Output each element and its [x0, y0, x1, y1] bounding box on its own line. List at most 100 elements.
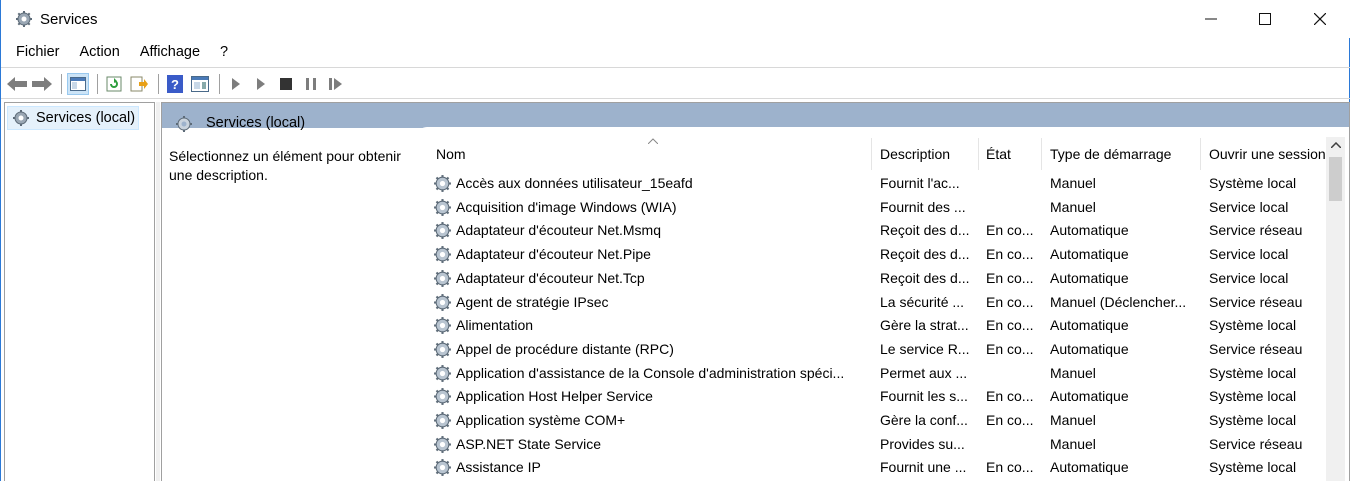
properties-icon [191, 76, 209, 92]
service-logon: Système local [1209, 459, 1297, 476]
toolbar-divider [1, 98, 1350, 99]
column-name-label: Nom [436, 146, 466, 162]
refresh-icon [106, 76, 122, 92]
refresh-button[interactable] [103, 73, 125, 95]
stop-icon [280, 78, 292, 90]
start-service-alt-button[interactable] [250, 73, 272, 95]
column-header-name[interactable]: Nom [436, 138, 866, 170]
scroll-up-button[interactable] [1326, 139, 1345, 155]
column-state-label: État [986, 146, 1011, 162]
column-divider[interactable] [1041, 138, 1042, 170]
menu-action[interactable]: Action [70, 40, 130, 66]
service-startup-type: Automatique [1050, 317, 1129, 334]
start-service-button[interactable] [225, 73, 247, 95]
export-list-button[interactable] [128, 73, 150, 95]
service-row[interactable]: Accès aux données utilisateur_15eafd Four… [422, 172, 1332, 196]
service-logon: Service réseau [1209, 435, 1303, 452]
service-name: Adaptateur d'écouteur Net.Pipe [456, 246, 651, 263]
service-gear-icon [433, 340, 452, 359]
tree-item-label: Services (local) [36, 110, 136, 126]
column-divider[interactable] [978, 138, 979, 170]
service-logon: Système local [1209, 364, 1297, 381]
service-row[interactable]: Adaptateur d'écouteur Net.Tcp Reçoit des … [422, 267, 1332, 291]
service-gear-icon [433, 411, 452, 430]
service-name: Acquisition d'image Windows (WIA) [456, 198, 677, 215]
service-row[interactable]: Alimentation Gère la strat... En co... Auto… [422, 314, 1332, 338]
service-name: Application d'assistance de la Console d… [456, 364, 845, 381]
service-gear-icon [433, 245, 452, 264]
close-button[interactable] [1293, 0, 1347, 38]
service-startup-type: Automatique [1050, 340, 1129, 357]
service-description: Fournit une ... [880, 459, 967, 476]
menu-help[interactable]: ? [210, 40, 238, 66]
title-bar: Services [1, 0, 1350, 38]
sort-ascending-icon [648, 138, 658, 144]
service-row[interactable]: Application d'assistance de la Console d… [422, 362, 1332, 386]
service-description: Le service R... [880, 340, 970, 357]
back-button[interactable] [6, 73, 28, 95]
service-state: En co... [986, 459, 1034, 476]
column-header-description[interactable]: Description [880, 138, 980, 170]
menu-affichage[interactable]: Affichage [130, 40, 210, 66]
properties-button[interactable] [189, 73, 211, 95]
tab-edge [417, 127, 1349, 137]
service-gear-icon [433, 458, 452, 477]
service-logon: Service réseau [1209, 340, 1303, 357]
service-description: Permet aux ... [880, 364, 968, 381]
service-row[interactable]: Assistance IP Fournit une ... En co... Auto… [422, 456, 1332, 480]
tree-item-services-local[interactable]: Services (local) [7, 106, 139, 130]
column-divider[interactable] [1200, 138, 1201, 170]
minimize-icon [1205, 18, 1217, 20]
vertical-scrollbar[interactable] [1326, 137, 1345, 481]
service-state: En co... [986, 293, 1034, 310]
menu-fichier[interactable]: Fichier [1, 40, 70, 66]
maximize-button[interactable] [1238, 0, 1292, 38]
column-header-state[interactable]: État [986, 138, 1041, 170]
forward-arrow-icon [32, 77, 52, 91]
column-header-startup[interactable]: Type de démarrage [1050, 138, 1200, 170]
service-state: En co... [986, 246, 1034, 263]
stop-service-button[interactable] [275, 73, 297, 95]
show-hide-tree-button[interactable] [67, 73, 89, 95]
pause-service-button[interactable] [300, 73, 322, 95]
restart-icon [329, 78, 342, 90]
service-gear-icon [433, 174, 452, 193]
scrollbar-thumb[interactable] [1329, 157, 1342, 201]
service-startup-type: Manuel [1050, 198, 1096, 215]
column-header-logon[interactable]: Ouvrir une session [1209, 138, 1332, 170]
service-row[interactable]: ASP.NET State Service Provides su... Manue… [422, 433, 1332, 457]
help-button[interactable]: ? [164, 73, 186, 95]
svg-text:?: ? [171, 77, 179, 92]
service-row[interactable]: Application système COM+ Gère la conf... E… [422, 409, 1332, 433]
service-state: En co... [986, 340, 1034, 357]
service-row[interactable]: Agent de stratégie IPsec La sécurité ... E… [422, 291, 1332, 315]
service-row[interactable]: Adaptateur d'écouteur Net.Msmq Reçoit des… [422, 219, 1332, 243]
column-divider[interactable] [871, 138, 872, 170]
service-name: Application Host Helper Service [456, 388, 653, 405]
restart-service-button[interactable] [325, 73, 347, 95]
column-logon-label: Ouvrir une session [1209, 146, 1326, 162]
forward-button[interactable] [31, 73, 53, 95]
service-row[interactable]: Acquisition d'image Windows (WIA) Fournit… [422, 196, 1332, 220]
service-description: Reçoit des d... [880, 222, 970, 239]
service-logon: Service local [1209, 269, 1289, 286]
service-name: Agent de stratégie IPsec [456, 293, 609, 310]
pane-splitter[interactable] [156, 102, 160, 481]
services-list: Nom Description État Type de démarrage O… [422, 138, 1332, 482]
service-description: La sécurité ... [880, 293, 965, 310]
service-state: En co... [986, 222, 1034, 239]
service-gear-icon [433, 293, 452, 312]
toolbar-separator [219, 74, 220, 94]
service-description: Gère la strat... [880, 317, 969, 334]
minimize-button[interactable] [1184, 0, 1238, 38]
service-row[interactable]: Application Host Helper Service Fournit l… [422, 385, 1332, 409]
service-description: Gère la conf... [880, 412, 968, 428]
column-startup-label: Type de démarrage [1050, 146, 1172, 162]
service-description: Reçoit des d... [880, 269, 970, 286]
service-row[interactable]: Adaptateur d'écouteur Net.Pipe Reçoit des… [422, 243, 1332, 267]
service-startup-type: Automatique [1050, 222, 1129, 239]
toolbar: ? [6, 71, 350, 97]
toolbar-separator [61, 74, 62, 94]
service-gear-icon [433, 316, 452, 335]
service-row[interactable]: Appel de procédure distante (RPC) Le serv… [422, 338, 1332, 362]
